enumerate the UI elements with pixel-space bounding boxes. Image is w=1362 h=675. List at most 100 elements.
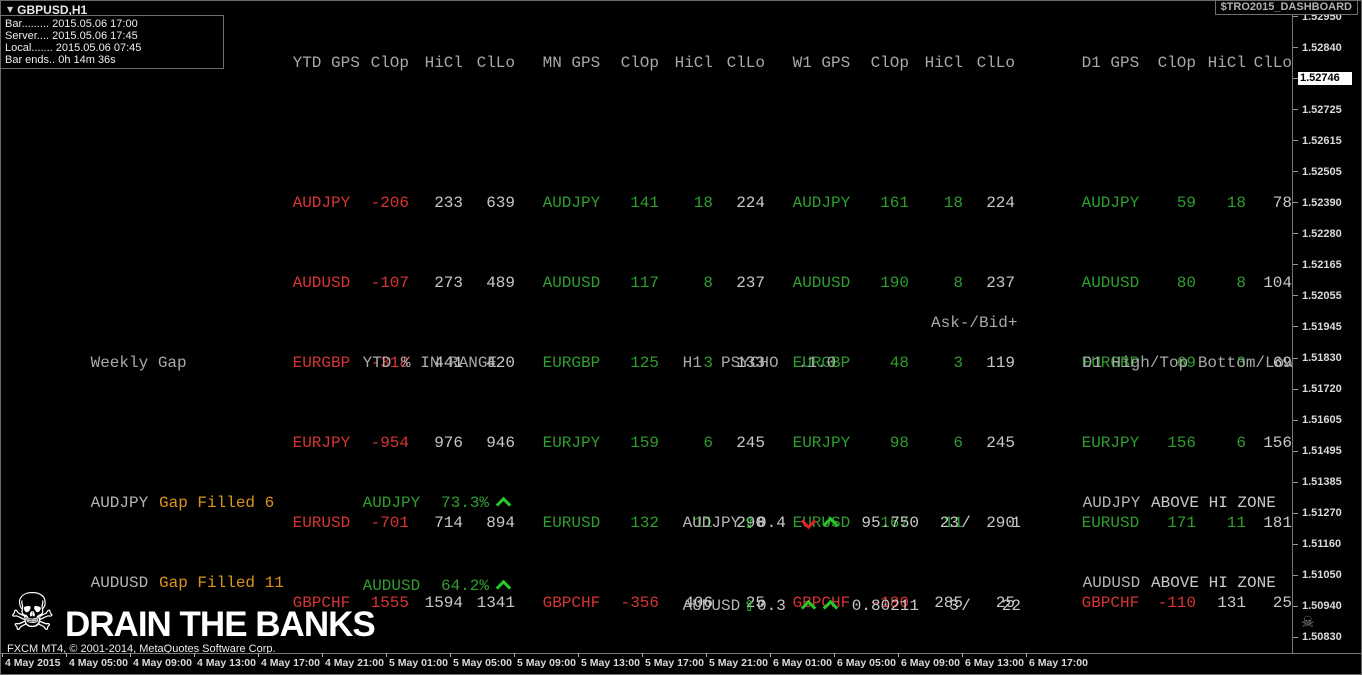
percent-cell: 73.3% xyxy=(440,494,489,512)
clop-cell: 161 xyxy=(880,194,909,212)
price-label: 1.51385 xyxy=(1293,476,1361,489)
col-header: ClOp xyxy=(620,54,659,72)
gps-row: AUDJPY -206 233 639 xyxy=(283,193,515,213)
clop-cell: -107 xyxy=(370,274,409,292)
price-label: 1.52055 xyxy=(1293,289,1361,302)
time-label: 6 May 01:00 xyxy=(770,653,837,669)
psycho-value: 0.4 xyxy=(757,514,786,532)
time-label: 5 May 09:00 xyxy=(514,653,581,669)
price-value: 1.52725 xyxy=(1302,103,1342,116)
clop-cell: 117 xyxy=(630,274,659,292)
tick-mark xyxy=(1293,202,1298,204)
price-axis[interactable]: 1.52950 1.52840 1.52746 1.52725 1.52615 xyxy=(1292,1,1361,654)
price-label: 1.52505 xyxy=(1293,165,1361,178)
gap-filled-cell: Gap Filled 11 xyxy=(159,574,284,592)
price-label: 1.52165 xyxy=(1293,258,1361,271)
clop-cell: 141 xyxy=(630,194,659,212)
symbol-cell: AUDJPY xyxy=(783,194,851,212)
section-title: H1 PSYCHO .1.0 xyxy=(673,354,837,372)
col-header: ClLo xyxy=(726,54,765,72)
cllo-cell: 78 xyxy=(1272,194,1292,212)
trend-arrow-icon xyxy=(495,579,511,596)
price-label: 1.52840 xyxy=(1293,41,1361,54)
col-header: HiCl xyxy=(1207,54,1246,72)
price-cell: 0.80211 xyxy=(851,597,919,615)
col-header: ClLo xyxy=(1253,54,1292,72)
d1-zones-section: D1 High/Top Bottom/Low AUDJPY ABOVE HI ZO… xyxy=(1073,313,1294,674)
weekly-gap-row: AUDUSD Gap Filled 11 xyxy=(81,573,284,593)
trend-arrow-icon xyxy=(495,496,511,513)
tick-mark xyxy=(1293,326,1298,328)
price-label: 1.52615 xyxy=(1293,134,1361,147)
tick-mark xyxy=(1293,636,1298,638)
cllo-cell: 224 xyxy=(736,194,765,212)
ytd-range-row: AUDUSD 64.2% xyxy=(353,576,517,599)
symbol-cell: AUDJPY xyxy=(283,194,351,212)
tick-mark xyxy=(1293,357,1298,359)
cllo-cell: 237 xyxy=(986,274,1015,292)
price-value: 1.52055 xyxy=(1302,289,1342,302)
cllo-cell: 489 xyxy=(486,274,515,292)
price-label: 1.51720 xyxy=(1293,383,1361,396)
table-title: D1 GPS xyxy=(1072,54,1140,72)
psycho-value: 0.3 xyxy=(757,597,786,615)
table-title: YTD GPS xyxy=(283,54,360,72)
time-label: 4 May 21:00 xyxy=(322,653,389,669)
price-value: 1.51385 xyxy=(1302,476,1342,489)
col-header: ClOp xyxy=(370,54,409,72)
gps-row: AUDUSD 117 8 237 xyxy=(533,273,765,293)
symbol-cell: AUDUSD xyxy=(783,274,851,292)
momentum-arrow-icon xyxy=(800,599,817,616)
momentum-arrow-icon xyxy=(800,513,817,530)
price-label: 1.50940 xyxy=(1293,600,1361,613)
mini-skull-icon: ☠ xyxy=(1301,613,1315,631)
psycho-row: AUDUSD ⇧ 0.3 0.80211 3/ 22 xyxy=(673,596,1023,619)
table-header: YTD GPS ClOp HiCl ClLo xyxy=(283,53,515,73)
percent-cell: 64.2% xyxy=(440,577,489,595)
ytd-range-section: YTD % IN RANGE AUDJPY73.3% AUDUSD64.2% E… xyxy=(353,313,517,674)
tick-mark xyxy=(1293,450,1298,452)
time-axis[interactable]: 4 May 2015 4 May 05:00 4 May 09:00 4 May 13… xyxy=(1,653,1361,674)
price-label: 1.51605 xyxy=(1293,414,1361,427)
price-value: 1.52615 xyxy=(1302,134,1342,147)
price-label: 1.52280 xyxy=(1293,227,1361,240)
tick-mark xyxy=(1293,481,1298,483)
psycho-section: H1 PSYCHO .1.0 Ask-/Bid+ AUDJPY ⇧ 0.4 95.75… xyxy=(673,313,1023,674)
symbol-cell: AUDUSD xyxy=(81,574,149,592)
table-header: D1 GPS ClOp HiCl ClLo xyxy=(1072,53,1292,73)
momentum-arrow-icon xyxy=(822,599,839,616)
momentum-arrow-icon xyxy=(822,516,839,533)
bid-cell: 22 xyxy=(1001,597,1021,615)
hicl-cell: 18 xyxy=(943,194,963,212)
tick-mark xyxy=(1293,574,1298,576)
price-value: 1.50940 xyxy=(1302,600,1342,613)
gps-row: AUDJPY 59 18 78 xyxy=(1072,193,1292,213)
symbol-cell: AUDJPY xyxy=(533,194,601,212)
time-label: 5 May 05:00 xyxy=(450,653,517,669)
tick-mark xyxy=(1293,388,1298,390)
symbol-cell: AUDUSD xyxy=(283,274,351,292)
price-label: 1.51830 xyxy=(1293,352,1361,365)
clop-cell: -206 xyxy=(370,194,409,212)
clop-cell: 125 xyxy=(630,354,659,372)
hicl-cell: 8 xyxy=(1236,274,1246,292)
table-header: W1 GPS ClOp HiCl ClLo xyxy=(783,53,1015,73)
col-header: ClOp xyxy=(1157,54,1196,72)
mt4-chart-window: ▼ GBPUSD,H1 Bar......... 2015.05.06 17:00… xyxy=(0,0,1362,675)
hicl-cell: 18 xyxy=(693,194,713,212)
time-label: 5 May 21:00 xyxy=(706,653,773,669)
price-value: 1.51945 xyxy=(1302,320,1342,333)
chevron-down-icon: ▼ xyxy=(7,5,14,14)
cllo-cell: 104 xyxy=(1263,274,1292,292)
tick-mark xyxy=(1293,171,1298,173)
symbol-cell: AUDJPY xyxy=(1072,194,1140,212)
symbol-cell: AUDJPY xyxy=(1073,494,1141,512)
symbol-cell: GBPCHF xyxy=(533,594,601,612)
ask-cell: 3 xyxy=(949,597,959,615)
gps-row: AUDJPY 141 18 224 xyxy=(533,193,765,213)
price-label: 1.52390 xyxy=(1293,196,1361,209)
table-title: MN GPS xyxy=(533,54,601,72)
time-label: 4 May 2015 xyxy=(2,653,69,669)
table-header: MN GPS ClOp HiCl ClLo xyxy=(533,53,765,73)
weekly-gap-row: AUDJPY Gap Filled 6 xyxy=(81,493,284,513)
